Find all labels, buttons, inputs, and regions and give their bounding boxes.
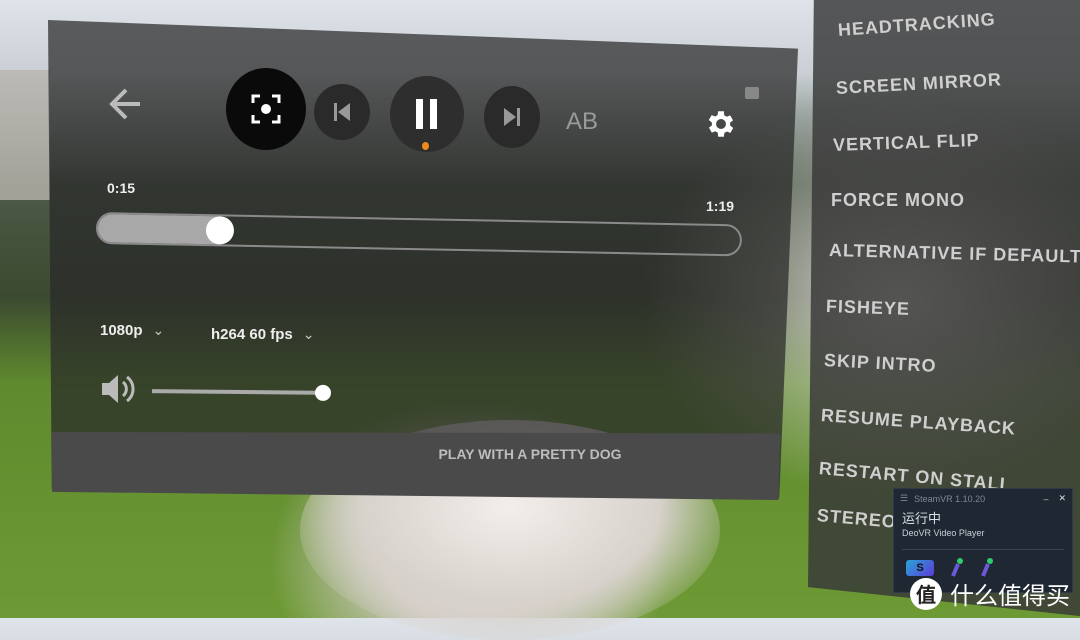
pause-button[interactable] <box>390 76 464 152</box>
gear-icon <box>708 111 734 137</box>
pause-icon <box>416 99 437 129</box>
playing-indicator-dot <box>422 142 429 150</box>
watermark-logo: 值 <box>910 577 942 610</box>
chevron-down-icon: ⌄ <box>152 322 165 338</box>
mute-button[interactable] <box>100 372 136 411</box>
arrow-left-icon <box>109 88 140 120</box>
skip-next-icon <box>504 108 520 126</box>
steamvr-app: DeoVR Video Player <box>902 528 985 538</box>
close-button[interactable]: ✕ <box>1058 493 1066 504</box>
settings-menu-item[interactable]: FISHEYE <box>826 296 911 320</box>
settings-button[interactable] <box>704 106 738 147</box>
headset-icon: S <box>906 560 934 576</box>
focus-recenter-icon <box>251 94 281 124</box>
controller-icon <box>951 558 963 577</box>
previous-button[interactable] <box>314 84 370 140</box>
background-building <box>0 70 50 200</box>
quality-value: 1080p <box>100 322 143 339</box>
player-footer <box>52 432 780 500</box>
volume-handle[interactable] <box>314 384 331 401</box>
quality-select[interactable]: 1080p ⌄ <box>100 322 164 339</box>
current-time: 0:15 <box>107 180 136 196</box>
watermark: 值 什么值得买 <box>910 576 1070 611</box>
codec-value: h264 60 fps <box>211 326 293 343</box>
watermark-text: 什么值得买 <box>950 583 1070 610</box>
controller-icon <box>981 558 993 577</box>
settings-menu-item[interactable]: FORCE MONO <box>831 190 965 211</box>
recenter-button[interactable] <box>226 68 306 150</box>
vr-mode-icon[interactable] <box>745 87 759 99</box>
back-button[interactable] <box>108 84 144 129</box>
duration: 1:19 <box>706 198 735 214</box>
minimize-button[interactable]: – <box>1043 494 1048 504</box>
seek-handle[interactable] <box>205 216 235 245</box>
ab-loop-button[interactable]: AB <box>566 108 598 136</box>
next-button[interactable] <box>484 86 540 148</box>
skip-previous-icon <box>334 103 350 121</box>
speaker-icon <box>102 375 135 403</box>
codec-select[interactable]: h264 60 fps ⌄ <box>211 326 314 343</box>
chevron-down-icon: ⌄ <box>302 326 315 342</box>
steamvr-title: SteamVR 1.10.20 <box>914 493 986 504</box>
seek-progress <box>97 214 221 245</box>
menu-icon[interactable]: ☰ <box>900 493 908 504</box>
steamvr-status: 运行中 <box>902 511 942 526</box>
